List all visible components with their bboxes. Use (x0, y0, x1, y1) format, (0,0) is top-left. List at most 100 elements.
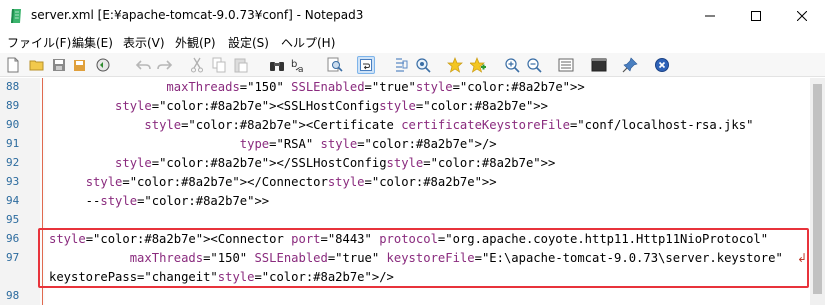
maximize-icon (751, 11, 761, 21)
new-file-button[interactable] (4, 56, 22, 74)
terminal-button[interactable] (590, 56, 608, 74)
menu-bar: ファイル(F) 編集(E) 表示(V) 外観(P) 設定(S) ヘルプ(H) (0, 32, 825, 52)
line-number: 89 (6, 99, 20, 112)
vertical-scrollbar[interactable] (810, 78, 825, 305)
minimize-button[interactable] (687, 0, 733, 32)
menu-appearance[interactable]: 外観(P) (175, 34, 216, 51)
cut-button[interactable] (188, 56, 206, 74)
line-number: 93 (6, 175, 20, 188)
code-line: 93 style="color:#8a2b7e"></Connectorstyl… (0, 173, 810, 192)
notepad3-app-icon (11, 9, 21, 23)
code-text: maxThreads="150" SSLEnabled="true" keyst… (129, 251, 783, 265)
code-text: --style="color:#8a2b7e">> (49, 194, 270, 208)
close-icon (655, 58, 669, 72)
toolbar: ba (0, 53, 825, 77)
close-doc-button[interactable] (653, 56, 671, 74)
line-number: 94 (6, 194, 20, 207)
redo-button[interactable] (156, 56, 174, 74)
line-number: 90 (6, 118, 20, 131)
zoom-find-icon (416, 58, 431, 73)
terminal-icon (591, 58, 607, 72)
minimize-icon (705, 15, 715, 17)
menu-settings[interactable]: 設定(S) (228, 34, 269, 51)
open-folder-icon (29, 60, 44, 71)
add-favorite-button[interactable] (446, 56, 464, 74)
line-number: 88 (6, 80, 20, 93)
replace-button[interactable]: ba (290, 56, 308, 74)
menu-view[interactable]: 表示(V) (123, 34, 165, 51)
code-text: style="color:#8a2b7e"><SSLHostConfigstyl… (115, 99, 548, 113)
code-line-wrapped: keystorePass="changeit"style="color:#8a2… (0, 268, 810, 287)
settings-button[interactable] (557, 56, 575, 74)
word-wrap-icon (360, 59, 372, 71)
menu-file[interactable]: ファイル(F) (7, 34, 71, 51)
copy-button[interactable] (210, 56, 228, 74)
save-as-button[interactable] (72, 56, 90, 74)
scrollbar-thumb[interactable] (813, 84, 822, 294)
code-line: 97 maxThreads="150" SSLEnabled="true" ke… (0, 249, 810, 268)
close-window-button[interactable] (779, 0, 825, 32)
zoom-find-button[interactable] (414, 56, 432, 74)
line-number: 96 (6, 232, 20, 245)
code-line: 94 --style="color:#8a2b7e">> (0, 192, 810, 211)
browse-button[interactable] (94, 56, 112, 74)
copy-icon (212, 57, 226, 73)
window-title: server.xml [E:¥apache-tomcat-9.0.73¥conf… (31, 8, 364, 22)
title-bar: server.xml [E:¥apache-tomcat-9.0.73¥conf… (0, 0, 825, 32)
maximize-button[interactable] (733, 0, 779, 32)
settings-icon (558, 58, 574, 72)
code-text: style="color:#8a2b7e"></SSLHostConfigsty… (115, 156, 556, 170)
save-button[interactable] (50, 56, 68, 74)
zoom-in-button[interactable] (503, 56, 521, 74)
svg-text:a: a (298, 65, 304, 73)
editor-area[interactable]: 88 maxThreads="150" SSLEnabled="true"sty… (0, 78, 810, 305)
paste-icon (234, 58, 248, 73)
code-text: style="color:#8a2b7e"><Certificate certi… (144, 118, 754, 132)
zoom-out-icon (527, 58, 542, 73)
search-icon (327, 57, 343, 72)
pin-button[interactable] (621, 56, 639, 74)
menu-help[interactable]: ヘルプ(H) (281, 34, 335, 51)
selection-icon (396, 58, 408, 72)
line-number: 95 (6, 213, 20, 226)
menu-edit[interactable]: 編集(E) (72, 34, 113, 51)
undo-icon (135, 60, 151, 70)
open-button[interactable] (28, 56, 46, 74)
find-icon (270, 62, 284, 71)
code-line: 90 style="color:#8a2b7e"><Certificate ce… (0, 116, 810, 135)
code-text: keystorePass="changeit"style="color:#8a2… (49, 270, 394, 284)
line-number: 97 (6, 251, 20, 264)
paste-button[interactable] (232, 56, 250, 74)
undo-button[interactable] (134, 56, 152, 74)
wrap-indicator-icon: ↲ (797, 251, 808, 265)
code-line: 88 maxThreads="150" SSLEnabled="true"sty… (0, 78, 810, 97)
selection-button[interactable] (392, 56, 410, 74)
code-text: style="color:#8a2b7e"></Connectorstyle="… (85, 175, 497, 189)
new-file-icon (7, 57, 19, 73)
line-number: 92 (6, 156, 20, 169)
find-button[interactable] (268, 56, 286, 74)
cut-icon (191, 57, 203, 73)
search-button[interactable] (326, 56, 344, 74)
redo-icon (157, 60, 173, 70)
code-line: 89 style="color:#8a2b7e"><SSLHostConfigs… (0, 97, 810, 116)
code-line: 98 (0, 287, 810, 305)
zoom-out-button[interactable] (525, 56, 543, 74)
zoom-in-icon (505, 58, 520, 73)
replace-icon: ba (291, 59, 304, 73)
manage-favorites-icon (469, 57, 486, 73)
browse-icon (96, 58, 110, 72)
word-wrap-button[interactable] (357, 56, 375, 74)
add-favorite-icon (447, 57, 463, 73)
save-icon (53, 59, 65, 71)
code-text: maxThreads="150" SSLEnabled="true"style=… (166, 80, 585, 94)
code-text: style="color:#8a2b7e"><Connector port="8… (49, 232, 769, 246)
manage-favorites-button[interactable] (469, 56, 487, 74)
line-number: 98 (6, 289, 20, 302)
code-line: 96 style="color:#8a2b7e"><Connector port… (0, 230, 810, 249)
close-window-icon (797, 11, 807, 21)
code-text: type="RSA" style="color:#8a2b7e">/> (239, 137, 497, 151)
line-number: 91 (6, 137, 20, 150)
code-line: 92 style="color:#8a2b7e"></SSLHostConfig… (0, 154, 810, 173)
code-line: 95 (0, 211, 810, 230)
